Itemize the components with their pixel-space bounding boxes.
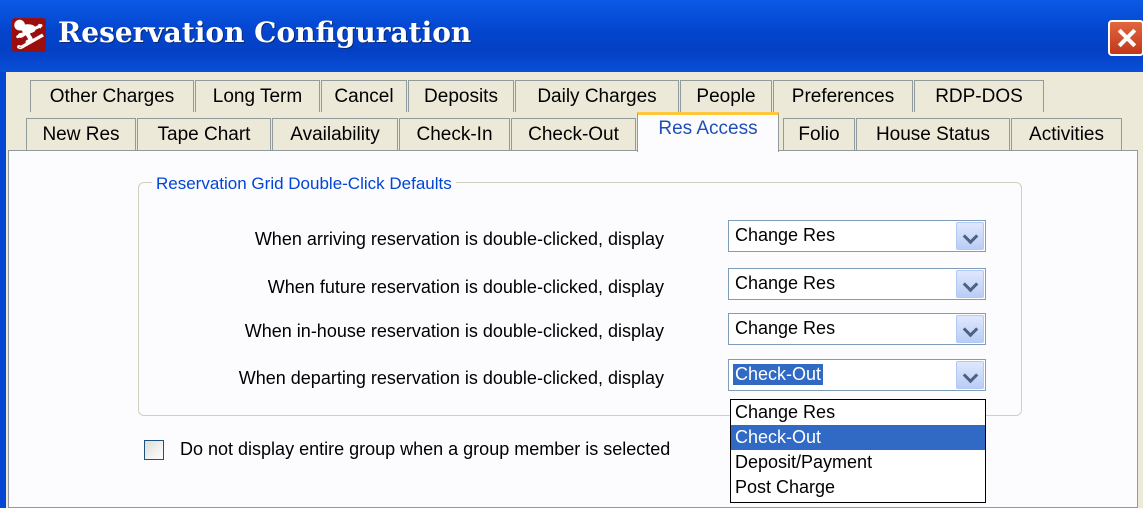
in-house-select[interactable]: Change Res [728, 313, 986, 345]
dropdown-option-change-res[interactable]: Change Res [731, 400, 985, 425]
future-select-value: Change Res [735, 273, 836, 293]
future-select[interactable]: Change Res [728, 268, 986, 300]
tab-activities[interactable]: Activities [1011, 118, 1122, 150]
tab-check-out[interactable]: Check-Out [511, 118, 636, 150]
tab-folio[interactable]: Folio [783, 118, 855, 150]
arriving-select[interactable]: Change Res [728, 220, 986, 252]
tab-res-access[interactable]: Res Access [637, 112, 779, 152]
tab-rdp-dos[interactable]: RDP-DOS [914, 80, 1044, 112]
window-border-left [0, 72, 6, 508]
tab-deposits[interactable]: Deposits [408, 80, 514, 112]
skier-logo-icon: ⛷ [11, 18, 47, 52]
departing-dropdown-list[interactable]: Change Res Check-Out Deposit/Payment Pos… [730, 399, 986, 503]
tab-availability[interactable]: Availability [272, 118, 398, 150]
tab-house-status[interactable]: House Status [856, 118, 1010, 150]
group-display-checkbox[interactable] [144, 440, 164, 460]
title-bar[interactable]: ⛷ Reservation Configuration [0, 0, 1143, 73]
departing-select[interactable]: Check-Out [728, 359, 986, 391]
departing-label: When departing reservation is double-cli… [238, 368, 664, 388]
chevron-down-icon[interactable] [956, 222, 984, 250]
arriving-select-value: Change Res [735, 225, 836, 245]
future-label: When future reservation is double-clicke… [267, 277, 664, 297]
tab-other-charges[interactable]: Other Charges [30, 80, 194, 112]
departing-select-value: Check-Out [733, 364, 824, 385]
tab-new-res[interactable]: New Res [26, 118, 136, 150]
chevron-down-icon[interactable] [956, 315, 984, 343]
tab-people[interactable]: People [680, 80, 772, 112]
dropdown-option-post-charge[interactable]: Post Charge [731, 475, 985, 500]
tab-cancel[interactable]: Cancel [321, 80, 407, 112]
in-house-label: When in-house reservation is double-clic… [244, 321, 664, 341]
group-display-label[interactable]: Do not display entire group when a group… [180, 439, 670, 460]
group-title: Reservation Grid Double-Click Defaults [152, 174, 456, 194]
chevron-down-icon[interactable] [956, 270, 984, 298]
close-button[interactable] [1108, 20, 1143, 56]
dropdown-option-deposit-payment[interactable]: Deposit/Payment [731, 450, 985, 475]
in-house-select-value: Change Res [735, 318, 836, 338]
arriving-label: When arriving reservation is double-clic… [254, 229, 664, 249]
tab-preferences[interactable]: Preferences [773, 80, 913, 112]
window-title: Reservation Configuration [58, 16, 472, 49]
tab-long-term[interactable]: Long Term [195, 80, 320, 112]
dropdown-option-check-out[interactable]: Check-Out [731, 425, 985, 450]
chevron-down-icon[interactable] [956, 361, 984, 389]
tab-check-in[interactable]: Check-In [399, 118, 510, 150]
tab-tape-chart[interactable]: Tape Chart [137, 118, 271, 150]
tab-daily-charges[interactable]: Daily Charges [515, 80, 679, 112]
